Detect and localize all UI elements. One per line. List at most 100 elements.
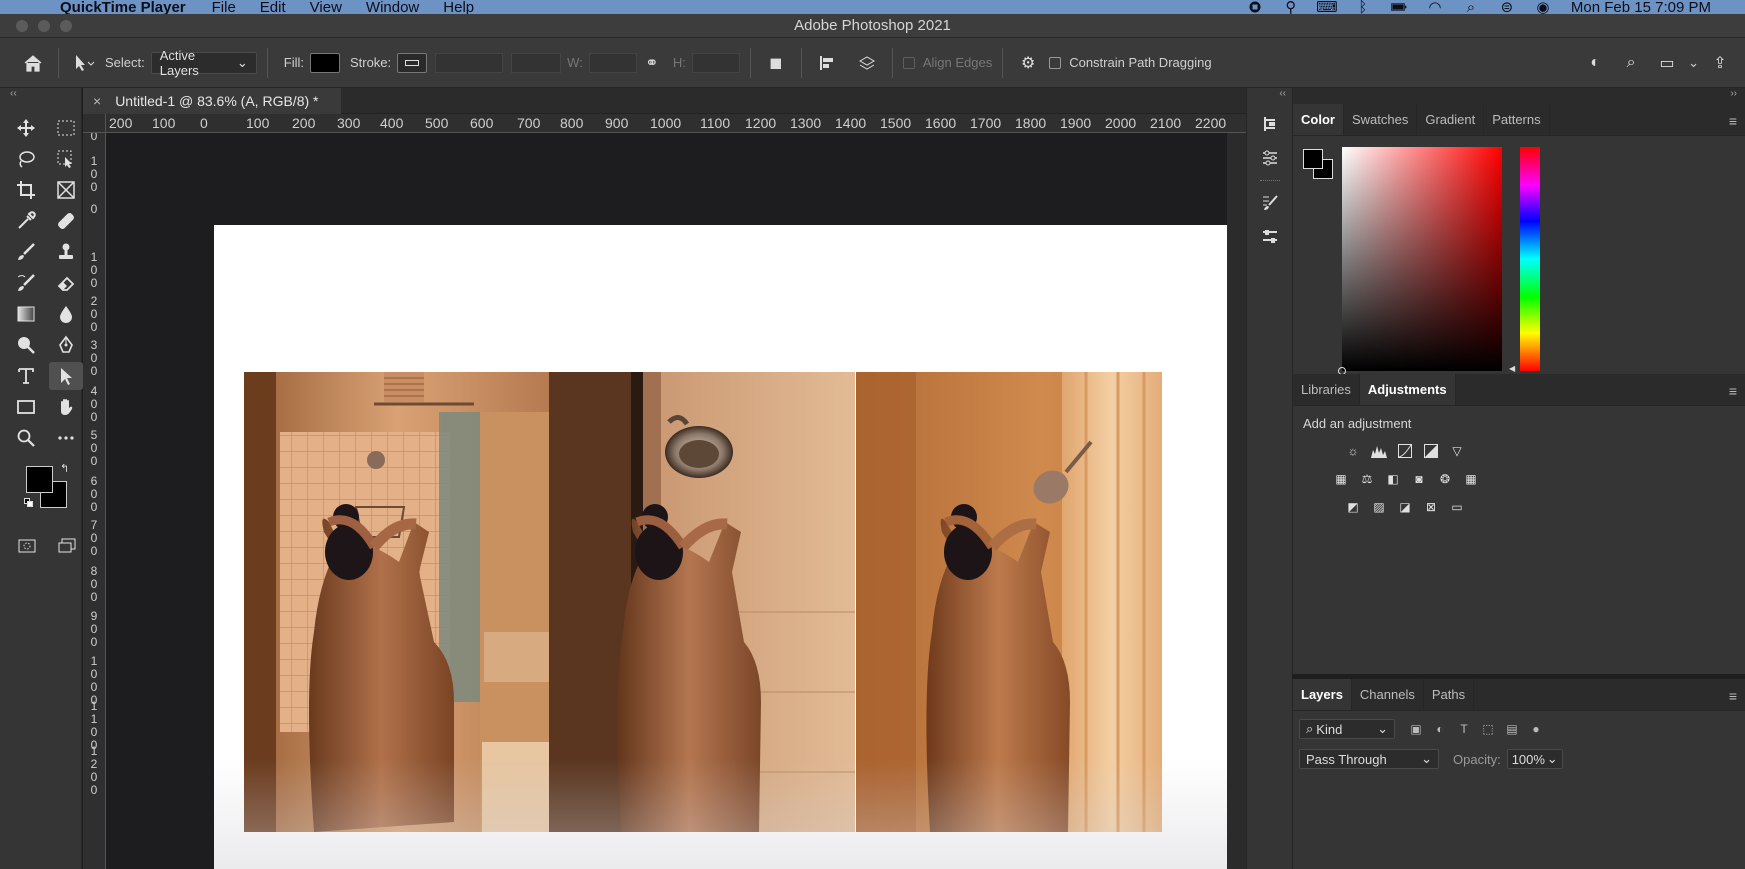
selective-color-icon[interactable]: ⊠ bbox=[1423, 499, 1439, 515]
history-brush-tool-icon[interactable] bbox=[9, 269, 43, 297]
accessibility-icon[interactable]: ⚲ bbox=[1283, 0, 1299, 14]
bluetooth-icon[interactable]: ᛒ bbox=[1355, 0, 1371, 14]
document-canvas[interactable] bbox=[214, 225, 1227, 869]
properties-panel-icon[interactable] bbox=[1255, 144, 1285, 172]
photo-1[interactable] bbox=[244, 372, 550, 832]
constrain-path-checkbox[interactable] bbox=[1049, 56, 1062, 69]
type-tool-icon[interactable] bbox=[9, 362, 43, 390]
crop-tool-icon[interactable] bbox=[9, 176, 43, 204]
align-edges-checkbox[interactable] bbox=[902, 56, 915, 69]
wifi-icon[interactable]: ◠ bbox=[1427, 0, 1443, 14]
layer-kind-filter[interactable]: ⌕ Kind ⌄ bbox=[1299, 719, 1395, 739]
brushes-panel-icon[interactable] bbox=[1255, 223, 1285, 251]
zoom-tool-icon[interactable] bbox=[9, 424, 43, 452]
panel-menu-icon[interactable]: ≡ bbox=[1729, 383, 1737, 399]
screen-mode-icon[interactable] bbox=[54, 532, 80, 560]
eyedropper-tool-icon[interactable] bbox=[9, 207, 43, 235]
hue-saturation-icon[interactable]: ▦ bbox=[1333, 471, 1349, 487]
pixel-layer-filter-icon[interactable]: ▣ bbox=[1407, 720, 1425, 738]
photo-filter-icon[interactable]: ◙ bbox=[1411, 471, 1427, 487]
swap-colors-icon[interactable]: ↰ bbox=[60, 462, 69, 475]
foreground-color-swatch[interactable] bbox=[26, 466, 53, 493]
workspace-icon[interactable]: ▭ bbox=[1652, 48, 1682, 78]
exposure-icon[interactable] bbox=[1423, 443, 1439, 459]
object-selection-tool-icon[interactable] bbox=[49, 145, 83, 173]
spotlight-icon[interactable]: ⌕ bbox=[1463, 0, 1479, 14]
photo-3[interactable] bbox=[856, 372, 1162, 832]
healing-brush-tool-icon[interactable] bbox=[49, 207, 83, 235]
shape-layer-filter-icon[interactable]: ⬚ bbox=[1479, 720, 1497, 738]
path-alignment-icon[interactable] bbox=[812, 48, 842, 78]
tab-patterns[interactable]: Patterns bbox=[1484, 104, 1550, 135]
adjustment-layer-filter-icon[interactable]: ◐ bbox=[1431, 720, 1449, 738]
eraser-tool-icon[interactable] bbox=[49, 269, 83, 297]
menu-view[interactable]: View bbox=[310, 0, 342, 14]
search-icon[interactable]: ⌕ bbox=[1616, 48, 1646, 78]
document-tab[interactable]: × Untitled-1 @ 83.6% (A, RGB/8) * bbox=[83, 88, 341, 114]
record-icon[interactable] bbox=[1247, 1, 1263, 13]
menu-help[interactable]: Help bbox=[443, 0, 474, 14]
menu-file[interactable]: File bbox=[212, 0, 236, 14]
tab-swatches[interactable]: Swatches bbox=[1344, 104, 1418, 135]
home-icon[interactable] bbox=[18, 48, 48, 78]
control-center-icon[interactable]: ⊜ bbox=[1499, 0, 1515, 14]
pen-tool-icon[interactable] bbox=[49, 331, 83, 359]
hue-slider-handle-icon[interactable]: ◀ bbox=[1509, 364, 1515, 373]
smart-object-filter-icon[interactable]: ▤ bbox=[1503, 720, 1521, 738]
posterize-icon[interactable]: ▨ bbox=[1371, 499, 1387, 515]
vertical-ruler[interactable]: 0 1 0 0 0 1 0 0 2 0 0 3 0 0 4 0 0 5 0 0 6 0 0 7 0… bbox=[83, 133, 106, 869]
battery-icon[interactable] bbox=[1390, 1, 1407, 13]
tab-channels[interactable]: Channels bbox=[1352, 679, 1424, 710]
gradient-tool-icon[interactable] bbox=[9, 300, 43, 328]
invert-icon[interactable]: ◩ bbox=[1345, 499, 1361, 515]
marquee-tool-icon[interactable] bbox=[49, 114, 83, 142]
gear-icon[interactable]: ⚙ bbox=[1013, 48, 1043, 78]
history-panel-icon[interactable] bbox=[1255, 110, 1285, 138]
height-field[interactable] bbox=[691, 52, 740, 73]
menubar-clock[interactable]: Mon Feb 15 7:09 PM bbox=[1571, 0, 1711, 14]
color-panel-foreground-swatch[interactable] bbox=[1303, 149, 1323, 169]
lasso-tool-icon[interactable] bbox=[9, 145, 43, 173]
canvas-scrollbar[interactable] bbox=[1227, 133, 1246, 869]
siri-icon[interactable]: ◉ bbox=[1535, 0, 1551, 14]
levels-icon[interactable] bbox=[1371, 443, 1387, 459]
tab-gradient[interactable]: Gradient bbox=[1417, 104, 1485, 135]
close-window-button[interactable] bbox=[16, 20, 28, 32]
brightness-contrast-icon[interactable]: ☼ bbox=[1345, 443, 1361, 459]
minimize-window-button[interactable] bbox=[38, 20, 50, 32]
menu-app-name[interactable]: QuickTime Player bbox=[60, 0, 186, 14]
close-document-icon[interactable]: × bbox=[93, 93, 101, 109]
black-white-icon[interactable]: ◧ bbox=[1385, 471, 1401, 487]
tab-paths[interactable]: Paths bbox=[1424, 679, 1475, 710]
keyboard-icon[interactable]: ⌨ bbox=[1316, 0, 1338, 14]
gradient-map-icon[interactable]: ▭ bbox=[1449, 499, 1465, 515]
panel-menu-icon[interactable]: ≡ bbox=[1729, 113, 1737, 129]
share-icon[interactable]: ⇪ bbox=[1705, 48, 1735, 78]
hand-tool-icon[interactable] bbox=[49, 393, 83, 421]
stroke-width-field[interactable] bbox=[435, 52, 504, 73]
path-arrangement-icon[interactable] bbox=[852, 48, 882, 78]
tab-libraries[interactable]: Libraries bbox=[1293, 374, 1360, 405]
move-tool-icon[interactable] bbox=[9, 114, 43, 142]
frame-tool-icon[interactable] bbox=[49, 176, 83, 204]
tab-adjustments[interactable]: Adjustments bbox=[1359, 374, 1456, 405]
blur-tool-icon[interactable] bbox=[49, 300, 83, 328]
canvas-area[interactable] bbox=[106, 133, 1227, 869]
channel-mixer-icon[interactable]: ❂ bbox=[1437, 471, 1453, 487]
type-layer-filter-icon[interactable]: T bbox=[1455, 720, 1473, 738]
chevron-down-icon[interactable]: ⌄ bbox=[1688, 55, 1699, 71]
brush-settings-panel-icon[interactable] bbox=[1255, 189, 1285, 217]
collapse-panels-icon[interactable]: ›› bbox=[1293, 88, 1745, 104]
tab-color[interactable]: Color bbox=[1293, 104, 1344, 135]
share-person-icon[interactable]: ◐ bbox=[1580, 48, 1610, 78]
path-operations-icon[interactable]: ◼ bbox=[761, 48, 791, 78]
zoom-window-button[interactable] bbox=[60, 20, 72, 32]
tab-layers[interactable]: Layers bbox=[1293, 679, 1352, 710]
fill-color-button[interactable] bbox=[309, 52, 340, 73]
stroke-type-dropdown[interactable] bbox=[511, 52, 562, 73]
path-selection-preset-icon[interactable] bbox=[69, 48, 99, 78]
clone-stamp-tool-icon[interactable] bbox=[49, 238, 83, 266]
select-dropdown[interactable]: Active Layers ⌄ bbox=[150, 48, 257, 78]
direct-selection-tool-icon[interactable] bbox=[49, 362, 83, 390]
collapse-toolbar-icon[interactable]: ‹‹ bbox=[0, 88, 81, 104]
